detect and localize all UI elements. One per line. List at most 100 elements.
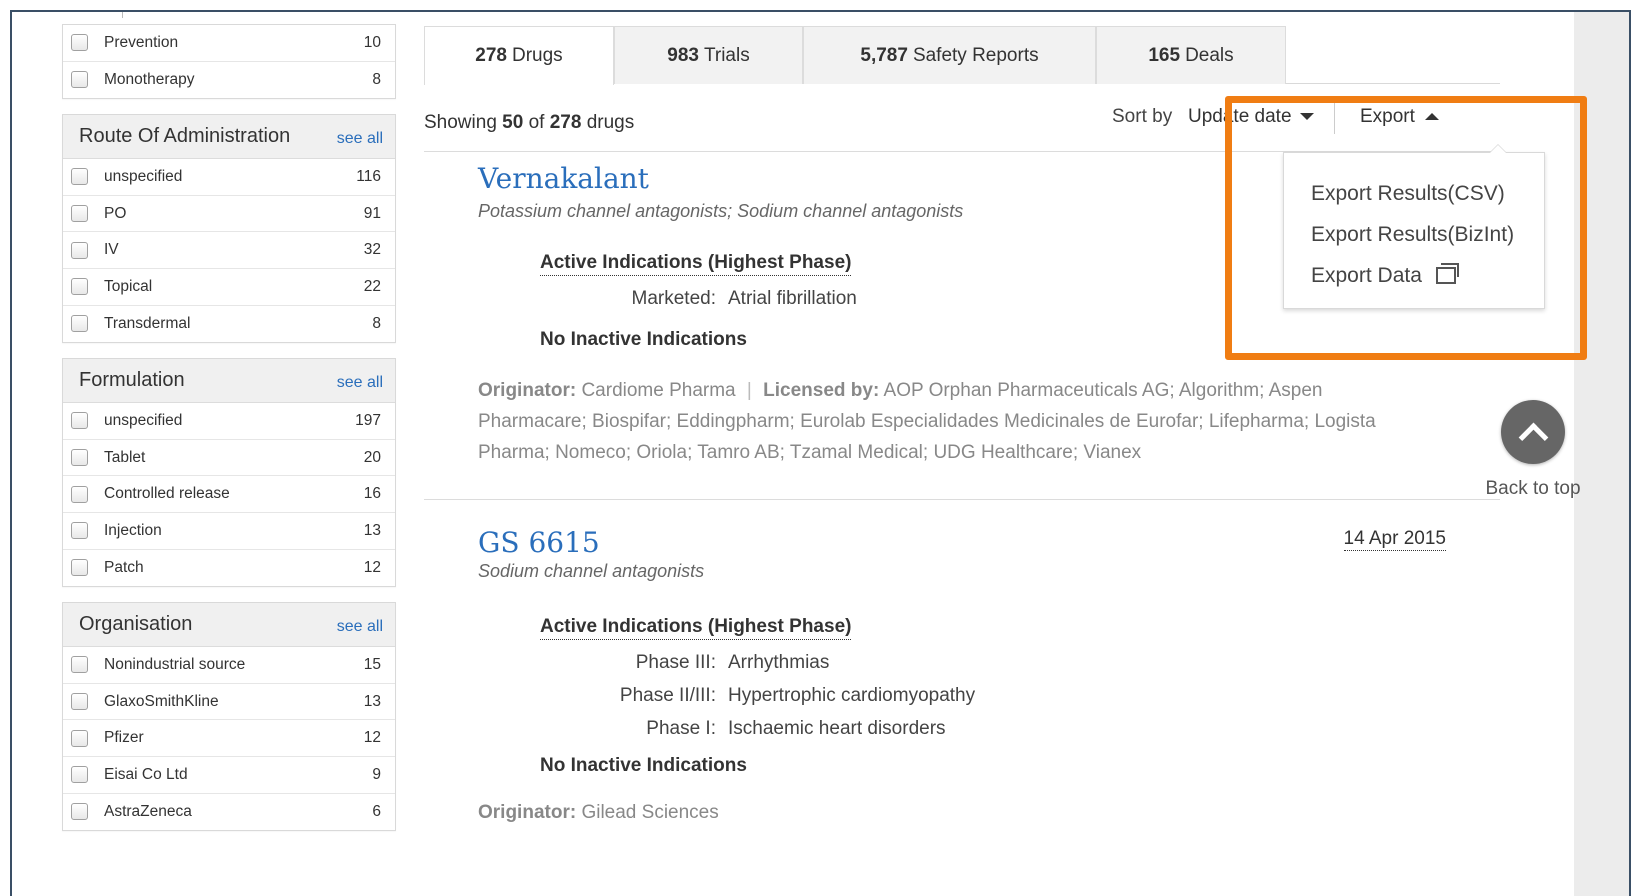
checkbox[interactable]	[71, 803, 88, 821]
checkbox[interactable]	[71, 241, 88, 259]
facet-item[interactable]: PO 91	[63, 196, 395, 233]
result-tabs: 278 Drugs 983 Trials 5,787 Safety Reports 1…	[424, 26, 1500, 85]
checkbox[interactable]	[71, 766, 88, 784]
see-all-link[interactable]: see all	[337, 370, 383, 392]
facet-count: 22	[363, 277, 381, 295]
facet-item[interactable]: IV 32	[63, 232, 395, 269]
licensed-value: AOP Orphan Pharmaceuticals AG; Algorithm…	[883, 380, 1323, 401]
checkbox[interactable]	[71, 278, 88, 296]
facet-label: Topical	[104, 277, 153, 295]
facet-count: 15	[363, 655, 381, 673]
facet-item[interactable]: GlaxoSmithKline 13	[63, 684, 395, 721]
facet-item[interactable]: AstraZeneca 6	[63, 794, 395, 831]
sort-label: Sort by	[1112, 106, 1173, 127]
drug-name-link[interactable]: GS 6615	[478, 526, 600, 559]
panel-title: Organisation	[79, 613, 193, 636]
facet-panel-top: Prevention 10 Monotherapy 8	[62, 24, 396, 100]
checkbox[interactable]	[71, 205, 88, 223]
checkbox[interactable]	[71, 485, 88, 503]
checkbox[interactable]	[71, 656, 88, 674]
update-date: 14 Apr 2015	[1343, 528, 1446, 551]
facet-count: 8	[372, 70, 381, 88]
facet-item[interactable]: Injection 13	[63, 513, 395, 550]
facet-label: IV	[104, 241, 119, 259]
facet-label: GlaxoSmithKline	[104, 692, 219, 710]
see-all-link[interactable]: see all	[337, 614, 383, 636]
facet-count: 6	[372, 802, 381, 820]
checkbox[interactable]	[71, 34, 88, 52]
facet-label: unspecified	[104, 411, 183, 429]
facet-label: PO	[104, 204, 127, 222]
facet-count: 32	[363, 241, 381, 259]
facet-label: Controlled release	[104, 485, 230, 503]
indication-name: Hypertrophic cardiomyopathy	[728, 684, 976, 706]
facet-item[interactable]: Transdermal 8	[63, 306, 395, 343]
facet-item[interactable]: Monotherapy 8	[63, 62, 395, 99]
facet-panel-organisation: Organisation see all Nonindustrial sourc…	[62, 602, 396, 832]
facet-label: Transdermal	[104, 314, 191, 332]
active-indications-heading: Active Indications (Highest Phase)	[540, 252, 852, 276]
originator-label: Originator:	[478, 380, 577, 401]
tab-count: 5,787	[860, 44, 908, 66]
back-to-top-label: Back to top	[1485, 478, 1581, 499]
checkbox[interactable]	[71, 449, 88, 467]
sort-value: Update date	[1188, 106, 1292, 127]
facet-label: Prevention	[104, 33, 179, 51]
indication-row: Phase II/III: Hypertrophic cardiomyopath…	[478, 679, 1500, 712]
facet-count: 91	[363, 204, 381, 222]
browser-frame: Prevention 10 Monotherapy 8 Route Of Adm…	[10, 10, 1631, 896]
export-button[interactable]: Export	[1360, 106, 1439, 128]
facet-item[interactable]: Prevention 10	[63, 25, 395, 62]
checkbox[interactable]	[71, 522, 88, 540]
indication-name: Arrhythmias	[728, 651, 830, 673]
facet-item[interactable]: Topical 22	[63, 269, 395, 306]
facet-item[interactable]: Controlled release 16	[63, 476, 395, 513]
showing-suffix: drugs	[586, 112, 635, 133]
facet-item[interactable]: unspecified 197	[63, 403, 395, 440]
inactive-indications: No Inactive Indications	[540, 329, 747, 350]
facet-item[interactable]: Nonindustrial source 15	[63, 647, 395, 684]
panel-header: Organisation see all	[63, 603, 395, 648]
indication-phase: Phase III:	[635, 651, 716, 673]
sort-dropdown[interactable]: Update date	[1188, 106, 1314, 128]
originator-label: Originator:	[478, 802, 577, 823]
checkbox[interactable]	[71, 315, 88, 333]
checkbox[interactable]	[71, 693, 88, 711]
drug-class: Sodium channel antagonists	[478, 561, 705, 581]
export-results-bizint[interactable]: Export Results(BizInt)	[1284, 214, 1544, 255]
facet-count: 13	[363, 692, 381, 710]
export-results-csv[interactable]: Export Results(CSV)	[1284, 173, 1544, 214]
checkbox[interactable]	[71, 559, 88, 577]
facet-item[interactable]: Eisai Co Ltd 9	[63, 757, 395, 794]
tab-safety-reports[interactable]: 5,787 Safety Reports	[803, 26, 1096, 84]
drug-name-link[interactable]: Vernakalant	[478, 162, 649, 195]
facet-count: 16	[363, 485, 381, 503]
tab-count: 165	[1148, 44, 1181, 66]
export-data[interactable]: Export Data	[1284, 255, 1544, 296]
facet-item[interactable]: Pfizer 12	[63, 720, 395, 757]
tab-drugs[interactable]: 278 Drugs	[424, 26, 614, 85]
checkbox[interactable]	[71, 729, 88, 747]
see-all-link[interactable]: see all	[337, 126, 383, 148]
checkbox[interactable]	[71, 412, 88, 430]
facet-panel-formulation: Formulation see all unspecified 197 Table…	[62, 358, 396, 588]
tab-trials[interactable]: 983 Trials	[614, 26, 803, 84]
tab-count: 983	[667, 44, 699, 66]
facet-count: 10	[363, 33, 381, 51]
originator-info: Originator: Cardiome Pharma | Licensed b…	[478, 380, 1376, 463]
tab-deals[interactable]: 165 Deals	[1096, 26, 1286, 84]
licensed-value: Pharma; Nomeco; Oriola; Tamro AB; Tzamal…	[478, 442, 1142, 463]
facet-item[interactable]: Tablet 20	[63, 440, 395, 477]
tab-count: 278	[475, 45, 507, 66]
licensed-value: Pharmacare; Biospifar; Eddingpharm; Euro…	[478, 411, 1376, 432]
results-count-text: Showing 50 of 278 drugs	[424, 112, 634, 134]
caret-up-icon	[1424, 113, 1439, 121]
facet-item[interactable]: unspecified 116	[63, 159, 395, 196]
facet-count: 8	[372, 314, 381, 332]
drug-result: GS 6615 14 Apr 2015 Sodium channel antag…	[424, 500, 1500, 828]
checkbox[interactable]	[71, 168, 88, 186]
back-to-top-button[interactable]: Back to top	[1478, 400, 1588, 500]
facet-item[interactable]: Patch 12	[63, 550, 395, 587]
indication-name: Atrial fibrillation	[728, 287, 857, 309]
checkbox[interactable]	[71, 71, 88, 89]
